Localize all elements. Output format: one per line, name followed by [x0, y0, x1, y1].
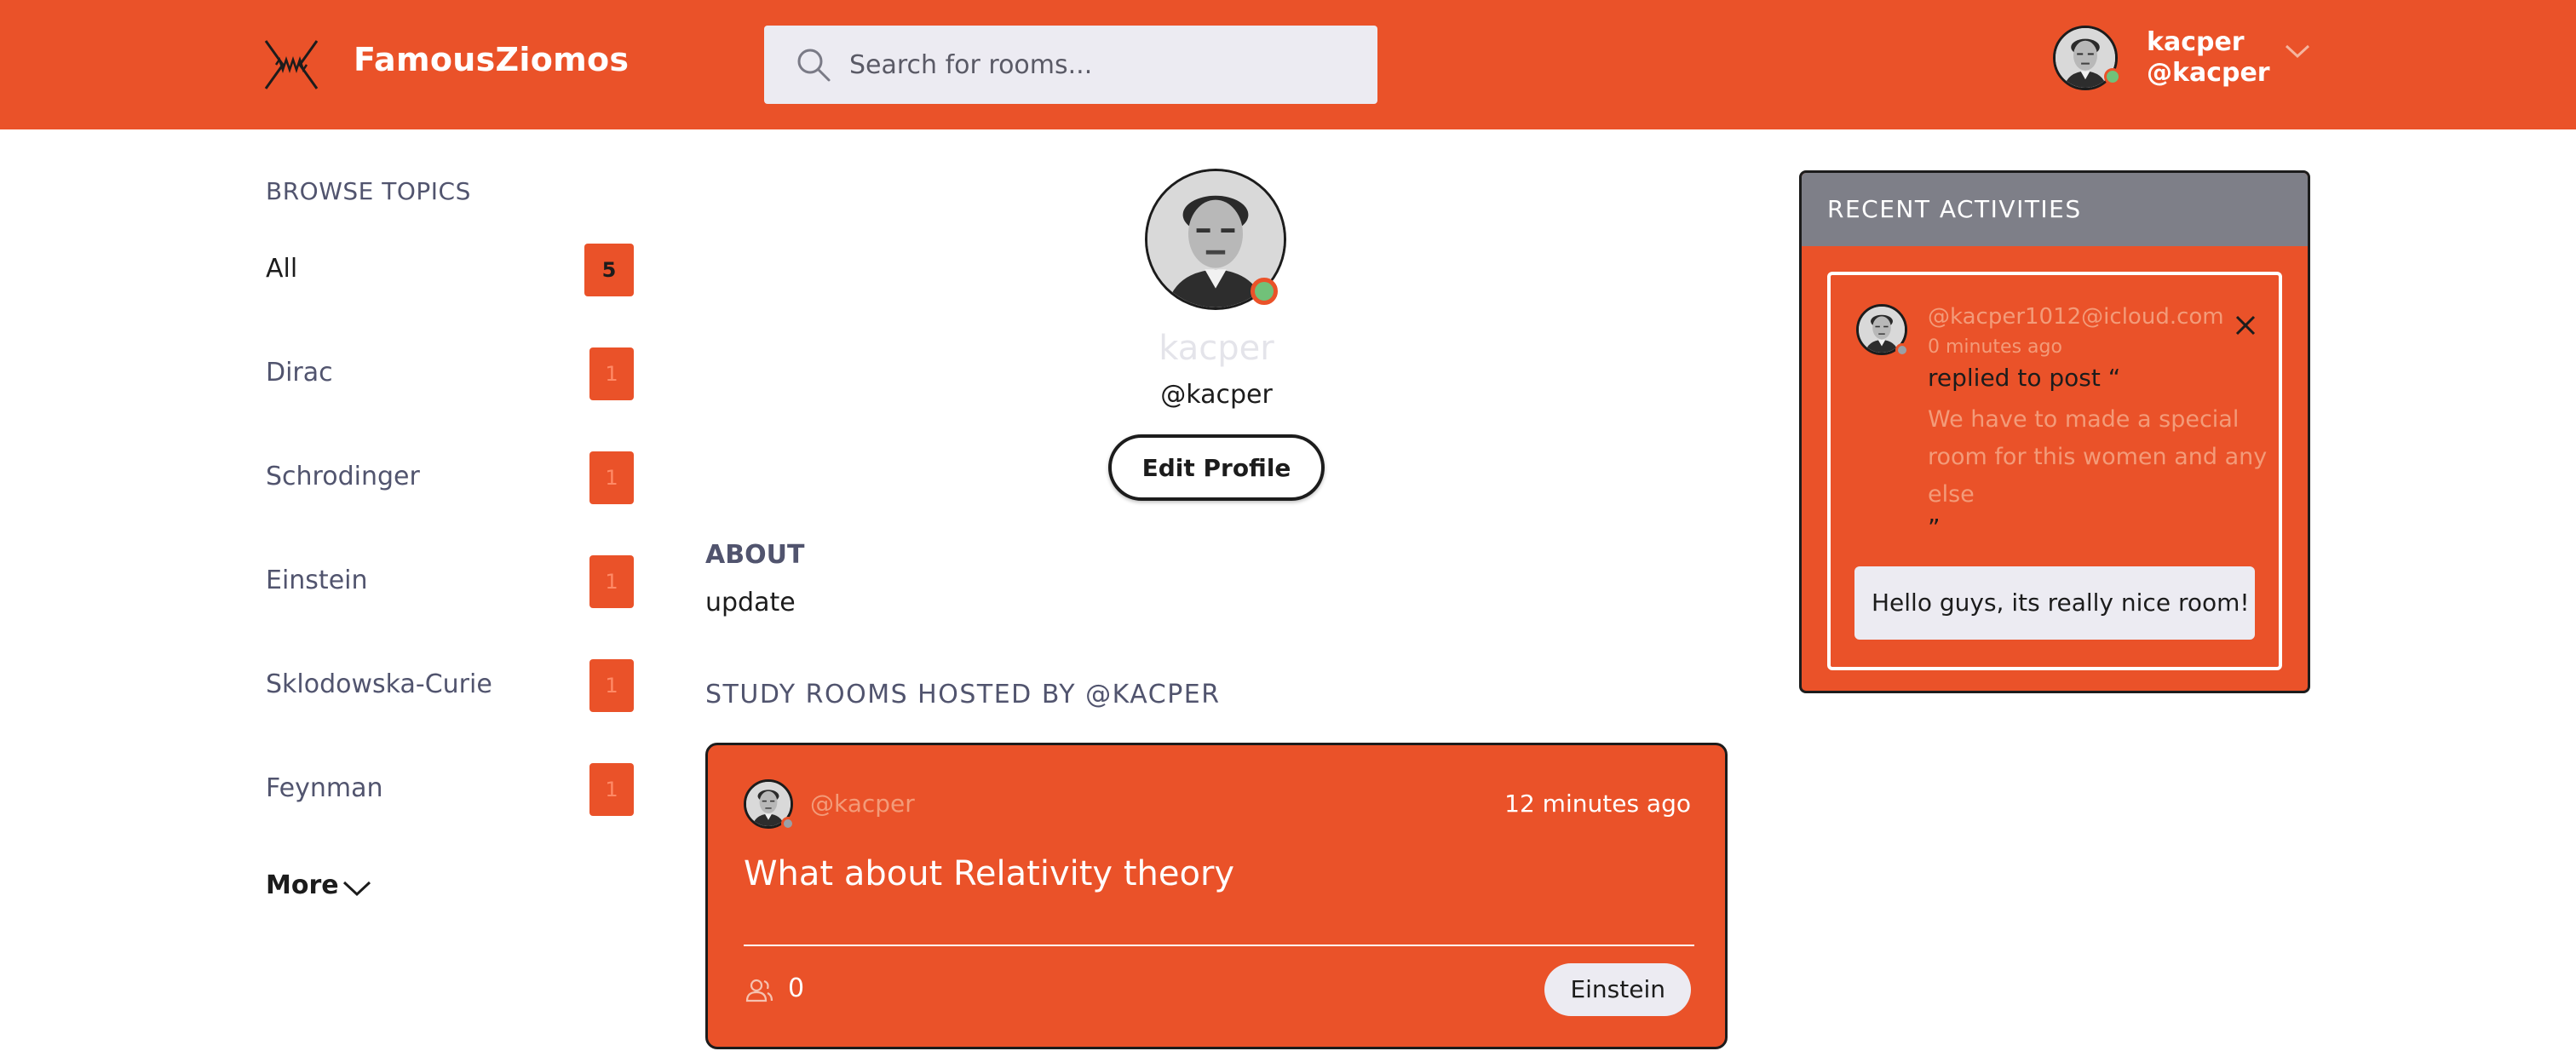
user-handle: @kacper — [2147, 58, 2270, 88]
hosted-rooms-title: STUDY ROOMS HOSTED BY @KACPER — [705, 680, 1221, 709]
topic-label: Feynman — [266, 773, 383, 803]
room-card[interactable]: @kacper 12 minutes ago What about Relati… — [705, 743, 1728, 1049]
online-indicator — [1251, 278, 1278, 305]
topic-count-badge: 1 — [589, 555, 634, 608]
topic-count-badge: 1 — [589, 451, 634, 504]
topic-label: All — [266, 254, 298, 284]
logo-icon[interactable] — [264, 39, 319, 90]
room-title-link[interactable]: What about Relativity theory — [744, 854, 1234, 893]
topic-feynman[interactable]: Feynman 1 — [266, 763, 634, 818]
about-title: ABOUT — [705, 540, 805, 570]
top-navbar: FamousZiomos kacper @kacper — [0, 0, 2576, 129]
topic-label: Schrodinger — [266, 462, 420, 491]
online-indicator — [781, 817, 795, 830]
room-topic-tag[interactable]: Einstein — [1544, 963, 1691, 1016]
activity-item: @kacper1012@icloud.com 0 minutes ago rep… — [1827, 272, 2282, 670]
more-topics-link[interactable]: More — [266, 870, 385, 905]
users-icon — [744, 975, 774, 1006]
topic-sklodowska-curie[interactable]: Sklodowska-Curie 1 — [266, 659, 634, 714]
online-indicator — [1895, 343, 1909, 357]
chevron-down-icon[interactable] — [2285, 43, 2310, 60]
topic-label: Einstein — [266, 566, 368, 595]
about-text: update — [705, 588, 796, 617]
topic-label: Dirac — [266, 358, 333, 388]
activity-time: 0 minutes ago — [1928, 336, 2062, 358]
activity-post-link[interactable]: We have to made a special room for this … — [1928, 401, 2268, 514]
profile-name: kacper — [1159, 329, 1274, 368]
activity-action: replied to post “ — [1928, 364, 2121, 392]
close-icon[interactable] — [2233, 313, 2258, 338]
topic-einstein[interactable]: Einstein 1 — [266, 555, 634, 610]
edit-profile-button[interactable]: Edit Profile — [1108, 434, 1325, 501]
activities-header: RECENT ACTIVITIES — [1802, 173, 2308, 246]
search-input[interactable] — [849, 26, 1360, 104]
topic-label: Sklodowska-Curie — [266, 669, 492, 699]
topic-dirac[interactable]: Dirac 1 — [266, 347, 634, 402]
profile-handle: @kacper — [1160, 380, 1273, 410]
user-name: kacper — [2147, 27, 2245, 57]
recent-activities-panel: RECENT ACTIVITIES @kacper1012@icloud.com… — [1799, 170, 2310, 693]
activities-title: RECENT ACTIVITIES — [1827, 195, 2082, 223]
activity-user-link[interactable]: @kacper1012@icloud.com — [1928, 304, 2224, 330]
topic-count-badge: 1 — [589, 659, 634, 712]
activity-quote-end: ” — [1928, 514, 1941, 542]
topic-schrodinger[interactable]: Schrodinger 1 — [266, 451, 634, 506]
topic-count-badge: 1 — [589, 763, 634, 816]
room-host-link[interactable]: @kacper — [810, 790, 915, 818]
participants-count: 0 — [788, 973, 805, 1003]
activity-message: Hello guys, its really nice room! — [1854, 566, 2255, 640]
chevron-down-icon — [342, 879, 371, 898]
brand-name[interactable]: FamousZiomos — [354, 41, 629, 78]
user-menu[interactable]: kacper @kacper — [2053, 22, 2317, 95]
search-bar[interactable] — [764, 26, 1377, 104]
more-label: More — [266, 870, 339, 900]
topic-count-badge: 5 — [584, 244, 634, 296]
room-time: 12 minutes ago — [1504, 790, 1691, 818]
search-icon — [795, 46, 832, 83]
topic-count-badge: 1 — [589, 347, 634, 400]
topic-all[interactable]: All 5 — [266, 244, 634, 298]
divider — [744, 945, 1694, 946]
online-indicator — [2104, 68, 2121, 85]
browse-topics-title: BROWSE TOPICS — [266, 177, 471, 205]
